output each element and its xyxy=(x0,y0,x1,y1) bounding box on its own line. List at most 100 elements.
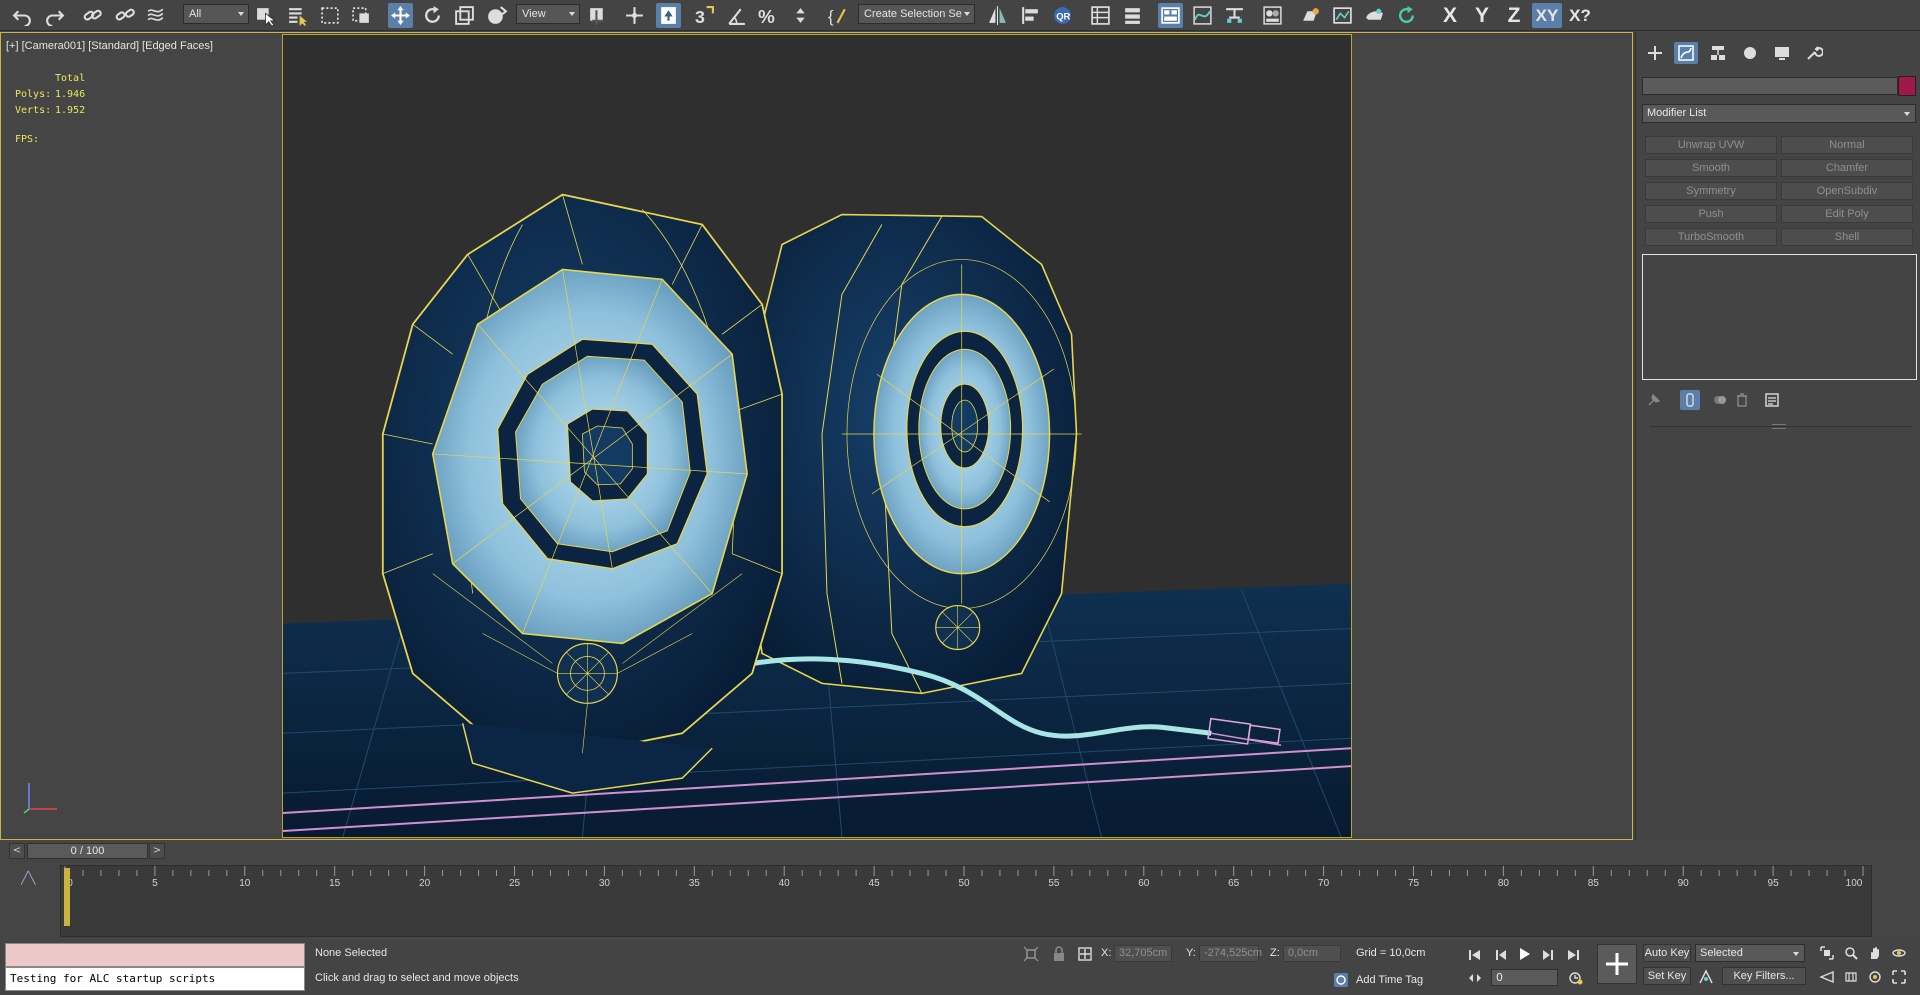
time-slider[interactable]: 0 / 100 xyxy=(27,843,148,859)
hierarchy-tab-icon[interactable] xyxy=(1706,42,1730,64)
maximize-viewport-icon[interactable] xyxy=(1890,968,1908,986)
selection-lock-icon[interactable] xyxy=(1050,945,1068,963)
object-color-swatch[interactable] xyxy=(1898,76,1916,96)
object-name-field[interactable] xyxy=(1642,77,1898,95)
select-by-name-icon[interactable] xyxy=(285,3,310,28)
auto-key-button[interactable]: Auto Key xyxy=(1643,944,1691,962)
field-of-view-icon[interactable] xyxy=(1818,968,1836,986)
isolate-selection-icon[interactable] xyxy=(1022,945,1040,963)
redo-icon[interactable] xyxy=(42,3,67,28)
mirror-icon[interactable] xyxy=(985,3,1010,28)
viewport-label-menu[interactable]: [+] [Camera001] [Standard] [Edged Faces] xyxy=(6,40,213,52)
set-key-button[interactable]: Set Key xyxy=(1643,967,1691,985)
arc-rotate-icon[interactable] xyxy=(1866,968,1884,986)
spinner-snap-icon[interactable] xyxy=(788,3,813,28)
next-frame-icon[interactable] xyxy=(1538,945,1558,965)
rollout-divider[interactable] xyxy=(1650,424,1912,429)
modifier-normal-button[interactable]: Normal xyxy=(1781,136,1913,154)
link-icon[interactable] xyxy=(80,3,105,28)
modifier-opensubdiv-button[interactable]: OpenSubdiv xyxy=(1781,182,1913,200)
add-time-tag-button[interactable]: Add Time Tag xyxy=(1356,974,1423,986)
scene-explorer-icon[interactable] xyxy=(1088,3,1113,28)
named-selection-dropdown[interactable]: Create Selection Se xyxy=(858,4,975,24)
select-place-icon[interactable] xyxy=(484,3,509,28)
remove-modifier-icon[interactable] xyxy=(1732,390,1752,410)
create-tab-icon[interactable] xyxy=(1643,42,1667,64)
modifier-edit-poly-button[interactable]: Edit Poly xyxy=(1781,205,1913,223)
align-icon[interactable] xyxy=(1018,3,1043,28)
keyboard-shortcut-toggle-icon[interactable] xyxy=(656,3,681,28)
axis-z-button[interactable]: Z xyxy=(1500,3,1528,28)
motion-tab-icon[interactable] xyxy=(1738,42,1762,64)
schematic-view-icon[interactable] xyxy=(1222,3,1247,28)
perspective-viewport[interactable]: [+] [Camera001] [Standard] [Edged Faces]… xyxy=(0,32,1633,840)
undo-icon[interactable] xyxy=(10,3,35,28)
selection-filter-dropdown[interactable]: All xyxy=(183,4,249,24)
x-coord-field[interactable]: 32,705cm xyxy=(1114,945,1172,962)
previous-frame-icon[interactable] xyxy=(1491,945,1511,965)
quick-render-icon[interactable]: QR xyxy=(1050,3,1075,28)
frame-ruler[interactable]: 0 5 10 15 20 25 30 35 40 45 50 55 60 65 70 75 80 85 90 95 10… xyxy=(64,862,1864,892)
make-unique-icon[interactable] xyxy=(1710,390,1730,410)
walk-through-icon[interactable] xyxy=(1842,968,1860,986)
key-filter-icon[interactable] xyxy=(1697,968,1715,986)
modifier-stack-list[interactable] xyxy=(1642,254,1917,380)
select-move-icon[interactable] xyxy=(388,3,413,28)
utilities-tab-icon[interactable] xyxy=(1802,42,1826,64)
curve-editor-icon[interactable] xyxy=(1190,3,1215,28)
axis-constraint-button[interactable]: X? xyxy=(1566,3,1594,28)
modifier-turbosmooth-button[interactable]: TurboSmooth xyxy=(1645,228,1777,246)
render-activeshade-icon[interactable] xyxy=(1394,3,1419,28)
maxscript-mini-listener-top[interactable] xyxy=(5,943,305,967)
open-mini-curve-editor-icon[interactable]: ╱╲ xyxy=(21,871,35,885)
z-coord-field[interactable]: 0,0cm xyxy=(1283,945,1341,962)
modifier-push-button[interactable]: Push xyxy=(1645,205,1777,223)
show-end-result-icon[interactable] xyxy=(1680,390,1700,410)
select-object-icon[interactable] xyxy=(253,3,278,28)
y-coord-field[interactable]: -274,525cm xyxy=(1199,945,1262,962)
zoom-region-icon[interactable] xyxy=(1842,944,1860,962)
rect-selection-icon[interactable] xyxy=(318,3,343,28)
configure-modifier-sets-icon[interactable] xyxy=(1762,390,1782,410)
time-slider-prev-button[interactable]: < xyxy=(9,843,25,859)
display-tab-icon[interactable] xyxy=(1770,42,1794,64)
layer-explorer-icon[interactable] xyxy=(1120,3,1145,28)
select-rotate-icon[interactable] xyxy=(420,3,445,28)
snaps-toggle-icon[interactable]: 3 xyxy=(692,3,717,28)
zoom-extents-icon[interactable] xyxy=(1818,944,1836,962)
go-to-start-icon[interactable] xyxy=(1465,945,1485,965)
current-frame-cursor[interactable] xyxy=(64,868,70,926)
key-mode-toggle-icon[interactable] xyxy=(1465,968,1485,988)
modifier-unwrap-uvw-button[interactable]: Unwrap UVW xyxy=(1645,136,1777,154)
time-tag-icon[interactable] xyxy=(1332,971,1350,989)
render-setup-icon[interactable] xyxy=(1298,3,1323,28)
time-slider-next-button[interactable]: > xyxy=(149,843,165,859)
axis-y-button[interactable]: Y xyxy=(1468,3,1496,28)
axis-x-button[interactable]: X xyxy=(1436,3,1464,28)
modifier-list-dropdown[interactable]: Modifier List xyxy=(1642,104,1916,123)
go-to-end-icon[interactable] xyxy=(1563,945,1583,965)
window-crossing-icon[interactable] xyxy=(349,3,374,28)
modifier-symmetry-button[interactable]: Symmetry xyxy=(1645,182,1777,200)
set-keys-button[interactable] xyxy=(1597,944,1637,984)
rendered-frame-window-icon[interactable] xyxy=(1330,3,1355,28)
unlink-icon[interactable] xyxy=(112,3,137,28)
pan-view-icon[interactable] xyxy=(1866,944,1884,962)
pivot-center-icon[interactable] xyxy=(585,3,610,28)
play-animation-icon[interactable] xyxy=(1514,944,1534,964)
modifier-shell-button[interactable]: Shell xyxy=(1781,228,1913,246)
key-filters-button[interactable]: Key Filters... xyxy=(1722,967,1806,985)
orbit-icon[interactable] xyxy=(1890,944,1908,962)
maxscript-mini-listener[interactable]: Testing for ALC startup scripts xyxy=(5,967,305,991)
modifier-smooth-button[interactable]: Smooth xyxy=(1645,159,1777,177)
absolute-offset-mode-icon[interactable] xyxy=(1076,945,1094,963)
edit-named-selection-icon[interactable]: { xyxy=(826,3,851,28)
modifier-chamfer-button[interactable]: Chamfer xyxy=(1781,159,1913,177)
toggle-ribbon-icon[interactable] xyxy=(1158,3,1183,28)
pin-stack-icon[interactable] xyxy=(1644,390,1664,410)
axis-xy-button[interactable]: XY xyxy=(1532,3,1562,28)
viewport-render-area[interactable] xyxy=(282,34,1352,838)
angle-snap-icon[interactable] xyxy=(724,3,749,28)
modify-tab-icon[interactable] xyxy=(1674,42,1698,64)
current-frame-field[interactable]: 0 xyxy=(1491,969,1558,986)
